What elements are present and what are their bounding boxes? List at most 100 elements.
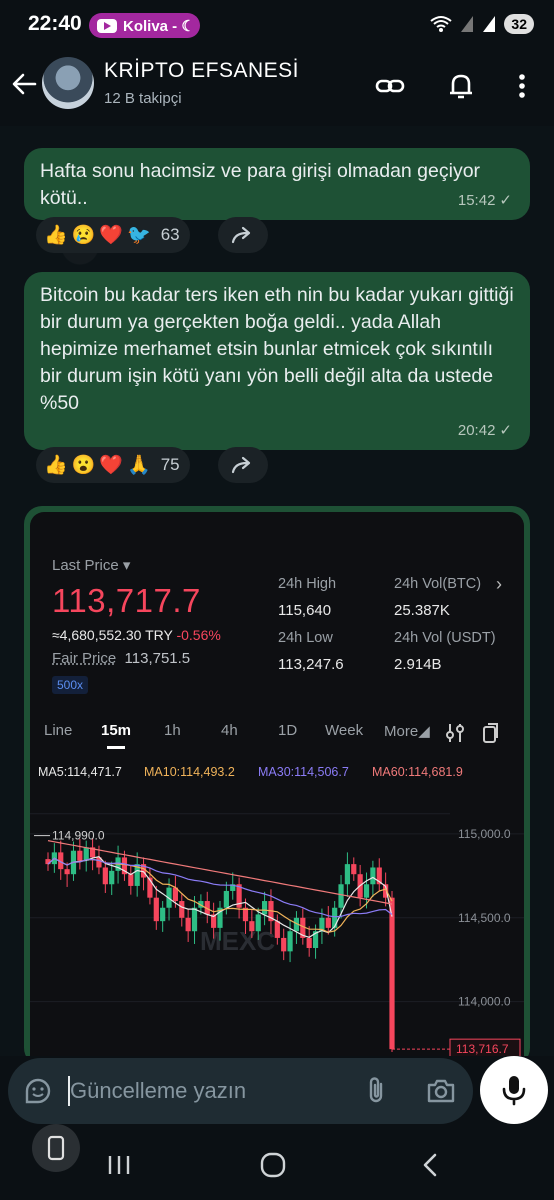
candle-body	[191, 907, 198, 932]
message-text: Bitcoin bu kadar ters iken eth nin bu ka…	[40, 284, 514, 414]
tab-more[interactable]: More◢	[384, 722, 430, 740]
reaction-emoji[interactable]: 😮	[72, 453, 96, 477]
candlestick-chart[interactable]: 115,000.0 114,500.0 114,000.0 MEXC 114,990.0…	[30, 782, 524, 1066]
sent-check-icon: ✓	[499, 422, 512, 439]
sticker-icon[interactable]	[24, 1077, 52, 1105]
signal-icon	[461, 16, 474, 32]
caret-down-icon: ▾	[122, 557, 131, 574]
copy-icon[interactable]	[482, 722, 500, 744]
candle-body	[179, 901, 185, 918]
message-bubble[interactable]: Bitcoin bu kadar ters iken eth nin bu ka…	[24, 272, 530, 450]
image-message[interactable]: Last Price ▾ 113,717.7 ≈4,680,552.30 TRY…	[24, 506, 530, 1066]
ma-line	[47, 840, 393, 905]
reaction-emoji[interactable]: ❤️	[99, 223, 123, 247]
y-tick-label: 115,000.0	[458, 827, 511, 841]
reaction-emoji[interactable]: 👍	[44, 453, 68, 477]
back-nav-icon[interactable]	[420, 1152, 440, 1178]
more-options-icon[interactable]	[506, 70, 538, 102]
back-arrow-icon[interactable]	[10, 70, 38, 98]
tab-line[interactable]: Line	[44, 722, 72, 739]
recent-apps-icon[interactable]	[106, 1154, 132, 1176]
high-marker-label: 114,990.0	[52, 829, 105, 843]
reaction-bar[interactable]: 👍 😮 ❤️ 🙏 75	[36, 447, 190, 483]
system-nav-bar	[0, 1124, 554, 1200]
stat-label: 24h Vol (USDT)	[394, 630, 496, 646]
screenshot-toolbar-button[interactable]	[32, 1124, 80, 1172]
status-bar: 22:40 Koliva - ☾ 32	[0, 0, 554, 50]
forward-button[interactable]	[218, 217, 268, 253]
stat-label: 24h Vol(BTC)	[394, 576, 482, 592]
candle-body	[274, 921, 280, 938]
tab-1d[interactable]: 1D	[278, 722, 297, 739]
battery-indicator: 32	[504, 14, 534, 34]
candle-body	[370, 867, 376, 885]
leverage-badge: 500x	[52, 676, 89, 694]
mic-icon	[502, 1076, 526, 1106]
tab-4h[interactable]: 4h	[221, 722, 238, 739]
chevron-right-icon[interactable]: ›	[496, 574, 502, 595]
y-tick-label: 114,500.0	[458, 911, 511, 925]
channel-title[interactable]: KRİPTO EFSANESİ	[104, 59, 299, 83]
reaction-emoji[interactable]: 🐦	[127, 223, 151, 247]
compose-bar: Güncelleme yazın	[0, 1056, 554, 1136]
youtube-icon	[97, 18, 117, 33]
message-meta: 15:42 ✓	[458, 187, 512, 214]
candle-body	[363, 884, 370, 898]
candle-body	[77, 850, 83, 861]
candle-body	[249, 921, 255, 932]
system-icons: 32	[430, 14, 534, 34]
mic-button[interactable]	[480, 1056, 548, 1124]
candle-body	[332, 907, 338, 928]
message-input-box[interactable]: Güncelleme yazın	[8, 1058, 473, 1124]
bell-icon[interactable]	[445, 70, 477, 102]
candle-body	[351, 864, 357, 875]
forward-icon	[231, 226, 251, 244]
media-pill[interactable]: Koliva - ☾	[89, 13, 200, 38]
candle-body	[153, 897, 159, 922]
ma30-label: MA30:114,506.7	[258, 765, 349, 779]
fair-price: Fair Price 113,751.5	[52, 650, 191, 667]
attach-icon[interactable]	[364, 1076, 388, 1106]
message-input[interactable]: Güncelleme yazın	[70, 1078, 246, 1104]
message-time: 20:42	[457, 422, 496, 439]
reaction-count: 63	[160, 225, 180, 244]
candle-body	[64, 869, 70, 875]
last-price-label: Last Price ▾	[52, 557, 131, 574]
candle-body	[223, 890, 229, 908]
message-bubble[interactable]: Hafta sonu hacimsiz ve para girişi olmad…	[24, 148, 530, 220]
reaction-count: 75	[160, 455, 180, 474]
reaction-emoji[interactable]: 😢	[72, 223, 96, 247]
candle-body	[338, 884, 344, 908]
reaction-emoji[interactable]: ❤️	[99, 453, 123, 477]
candle-body	[255, 914, 261, 932]
candle-body	[261, 901, 268, 915]
candle-body	[109, 870, 115, 885]
price-change: -0.56%	[176, 627, 221, 643]
trading-screenshot[interactable]: Last Price ▾ 113,717.7 ≈4,680,552.30 TRY…	[30, 512, 524, 1066]
chat-area[interactable]: Hafta sonu hacimsiz ve para girişi olmad…	[0, 126, 554, 1152]
link-icon[interactable]	[374, 70, 406, 102]
forward-button[interactable]	[218, 447, 268, 483]
stat-label: 24h High	[278, 576, 337, 592]
tab-1h[interactable]: 1h	[164, 722, 181, 739]
candle-body	[306, 937, 312, 948]
candle-body	[325, 917, 331, 928]
tab-week[interactable]: Week	[325, 722, 363, 739]
reaction-emoji[interactable]: 👍	[44, 223, 68, 247]
camera-icon[interactable]	[426, 1078, 456, 1104]
stat-value: 113,247.6	[278, 656, 344, 673]
reaction-bar[interactable]: 👍 😢 ❤️ 🐦 63	[36, 217, 190, 253]
indicator-settings-icon[interactable]	[446, 722, 464, 744]
candle-body	[287, 931, 293, 952]
stat-value: 25.387K	[394, 602, 450, 619]
tab-15m[interactable]: 15m	[101, 722, 131, 749]
candle-body	[102, 867, 108, 885]
message-meta: 20:42 ✓	[458, 417, 512, 444]
ma5-label: MA5:114,471.7	[38, 765, 122, 779]
clock: 22:40	[28, 12, 82, 35]
channel-avatar[interactable]	[42, 57, 94, 109]
phone-icon	[47, 1135, 65, 1161]
follower-count: 12 B takipçi	[104, 90, 182, 107]
home-icon[interactable]	[260, 1152, 286, 1178]
reaction-emoji[interactable]: 🙏	[127, 453, 151, 477]
